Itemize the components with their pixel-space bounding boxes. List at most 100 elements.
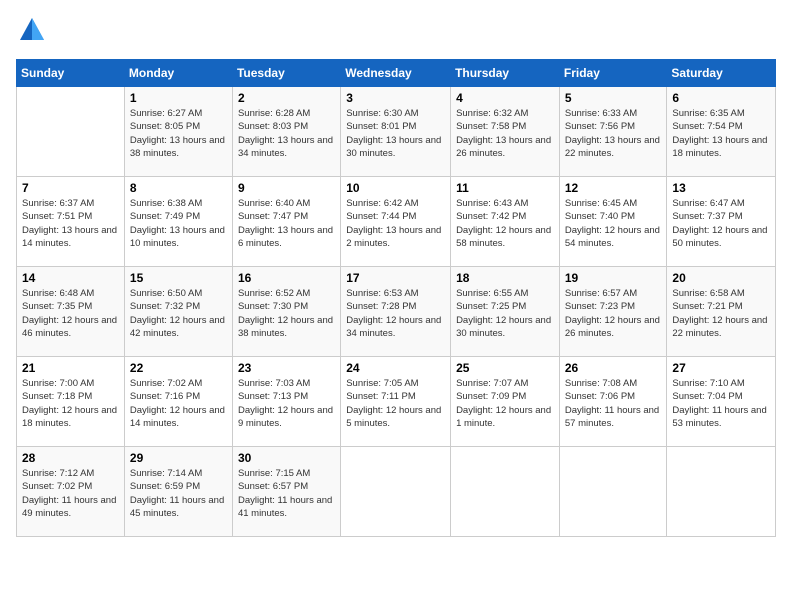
header-cell-thursday: Thursday [451, 60, 560, 87]
day-cell: 8 Sunrise: 6:38 AMSunset: 7:49 PMDaylight… [124, 177, 232, 267]
day-number: 29 [130, 451, 227, 465]
day-cell: 23 Sunrise: 7:03 AMSunset: 7:13 PMDayligh… [232, 357, 340, 447]
day-info: Sunrise: 6:38 AMSunset: 7:49 PMDaylight:… [130, 197, 227, 250]
day-info: Sunrise: 6:43 AMSunset: 7:42 PMDaylight:… [456, 197, 554, 250]
day-cell [667, 447, 776, 537]
header-cell-monday: Monday [124, 60, 232, 87]
day-cell: 4 Sunrise: 6:32 AMSunset: 7:58 PMDaylight… [451, 87, 560, 177]
logo-icon [18, 16, 46, 44]
header-cell-saturday: Saturday [667, 60, 776, 87]
day-cell: 13 Sunrise: 6:47 AMSunset: 7:37 PMDayligh… [667, 177, 776, 267]
header-cell-friday: Friday [559, 60, 667, 87]
day-cell: 16 Sunrise: 6:52 AMSunset: 7:30 PMDayligh… [232, 267, 340, 357]
day-number: 24 [346, 361, 445, 375]
day-number: 9 [238, 181, 335, 195]
page-header [16, 16, 776, 49]
day-number: 8 [130, 181, 227, 195]
week-row: 14 Sunrise: 6:48 AMSunset: 7:35 PMDayligh… [17, 267, 776, 357]
calendar-header-row: SundayMondayTuesdayWednesdayThursdayFrid… [17, 60, 776, 87]
day-cell: 21 Sunrise: 7:00 AMSunset: 7:18 PMDayligh… [17, 357, 125, 447]
day-info: Sunrise: 6:42 AMSunset: 7:44 PMDaylight:… [346, 197, 445, 250]
logo [16, 16, 46, 49]
day-info: Sunrise: 7:03 AMSunset: 7:13 PMDaylight:… [238, 377, 335, 430]
day-cell: 22Sunrise: 7:02 AMSunset: 7:16 PMDayligh… [124, 357, 232, 447]
day-info: Sunrise: 7:08 AMSunset: 7:06 PMDaylight:… [565, 377, 662, 430]
day-cell: 11 Sunrise: 6:43 AMSunset: 7:42 PMDayligh… [451, 177, 560, 267]
day-cell: 19Sunrise: 6:57 AMSunset: 7:23 PMDayligh… [559, 267, 667, 357]
header-cell-sunday: Sunday [17, 60, 125, 87]
day-cell: 3Sunrise: 6:30 AMSunset: 8:01 PMDaylight… [341, 87, 451, 177]
day-cell: 5Sunrise: 6:33 AMSunset: 7:56 PMDaylight… [559, 87, 667, 177]
day-cell [341, 447, 451, 537]
day-cell: 25 Sunrise: 7:07 AMSunset: 7:09 PMDayligh… [451, 357, 560, 447]
day-number: 30 [238, 451, 335, 465]
week-row: 7 Sunrise: 6:37 AMSunset: 7:51 PMDaylight… [17, 177, 776, 267]
day-number: 18 [456, 271, 554, 285]
day-number: 7 [22, 181, 119, 195]
week-row: 1 Sunrise: 6:27 AMSunset: 8:05 PMDaylight… [17, 87, 776, 177]
day-number: 17 [346, 271, 445, 285]
day-cell: 24 Sunrise: 7:05 AMSunset: 7:11 PMDayligh… [341, 357, 451, 447]
day-number: 26 [565, 361, 662, 375]
day-number: 21 [22, 361, 119, 375]
day-info: Sunrise: 6:53 AMSunset: 7:28 PMDaylight:… [346, 287, 445, 340]
day-info: Sunrise: 6:47 AMSunset: 7:37 PMDaylight:… [672, 197, 770, 250]
day-info: Sunrise: 7:12 AMSunset: 7:02 PMDaylight:… [22, 467, 119, 520]
day-number: 1 [130, 91, 227, 105]
day-number: 2 [238, 91, 335, 105]
day-number: 14 [22, 271, 119, 285]
day-cell [559, 447, 667, 537]
day-info: Sunrise: 7:07 AMSunset: 7:09 PMDaylight:… [456, 377, 554, 430]
day-number: 11 [456, 181, 554, 195]
day-info: Sunrise: 6:50 AMSunset: 7:32 PMDaylight:… [130, 287, 227, 340]
day-info: Sunrise: 6:58 AMSunset: 7:21 PMDaylight:… [672, 287, 770, 340]
day-number: 25 [456, 361, 554, 375]
day-info: Sunrise: 7:00 AMSunset: 7:18 PMDaylight:… [22, 377, 119, 430]
header-cell-wednesday: Wednesday [341, 60, 451, 87]
day-cell: 14 Sunrise: 6:48 AMSunset: 7:35 PMDayligh… [17, 267, 125, 357]
day-number: 16 [238, 271, 335, 285]
day-info: Sunrise: 6:48 AMSunset: 7:35 PMDaylight:… [22, 287, 119, 340]
week-row: 21 Sunrise: 7:00 AMSunset: 7:18 PMDayligh… [17, 357, 776, 447]
day-info: Sunrise: 6:52 AMSunset: 7:30 PMDaylight:… [238, 287, 335, 340]
week-row: 28Sunrise: 7:12 AMSunset: 7:02 PMDayligh… [17, 447, 776, 537]
day-number: 4 [456, 91, 554, 105]
day-cell: 2 Sunrise: 6:28 AMSunset: 8:03 PMDaylight… [232, 87, 340, 177]
day-cell [17, 87, 125, 177]
day-info: Sunrise: 6:40 AMSunset: 7:47 PMDaylight:… [238, 197, 335, 250]
day-cell [451, 447, 560, 537]
day-info: Sunrise: 6:35 AMSunset: 7:54 PMDaylight:… [672, 107, 770, 160]
header-cell-tuesday: Tuesday [232, 60, 340, 87]
day-info: Sunrise: 7:15 AMSunset: 6:57 PMDaylight:… [238, 467, 335, 520]
day-info: Sunrise: 6:37 AMSunset: 7:51 PMDaylight:… [22, 197, 119, 250]
day-cell: 30 Sunrise: 7:15 AMSunset: 6:57 PMDayligh… [232, 447, 340, 537]
day-cell: 29 Sunrise: 7:14 AMSunset: 6:59 PMDayligh… [124, 447, 232, 537]
day-info: Sunrise: 7:14 AMSunset: 6:59 PMDaylight:… [130, 467, 227, 520]
day-cell: 15 Sunrise: 6:50 AMSunset: 7:32 PMDayligh… [124, 267, 232, 357]
day-cell: 27 Sunrise: 7:10 AMSunset: 7:04 PMDayligh… [667, 357, 776, 447]
day-cell: 20 Sunrise: 6:58 AMSunset: 7:21 PMDayligh… [667, 267, 776, 357]
day-info: Sunrise: 6:33 AMSunset: 7:56 PMDaylight:… [565, 107, 662, 160]
day-info: Sunrise: 6:32 AMSunset: 7:58 PMDaylight:… [456, 107, 554, 160]
day-number: 12 [565, 181, 662, 195]
day-cell: 9 Sunrise: 6:40 AMSunset: 7:47 PMDaylight… [232, 177, 340, 267]
day-info: Sunrise: 7:02 AMSunset: 7:16 PMDaylight:… [130, 377, 227, 430]
day-info: Sunrise: 6:55 AMSunset: 7:25 PMDaylight:… [456, 287, 554, 340]
day-info: Sunrise: 7:10 AMSunset: 7:04 PMDaylight:… [672, 377, 770, 430]
day-cell: 7 Sunrise: 6:37 AMSunset: 7:51 PMDaylight… [17, 177, 125, 267]
day-number: 15 [130, 271, 227, 285]
day-info: Sunrise: 6:28 AMSunset: 8:03 PMDaylight:… [238, 107, 335, 160]
day-info: Sunrise: 6:27 AMSunset: 8:05 PMDaylight:… [130, 107, 227, 160]
day-info: Sunrise: 6:30 AMSunset: 8:01 PMDaylight:… [346, 107, 445, 160]
day-number: 27 [672, 361, 770, 375]
day-number: 13 [672, 181, 770, 195]
day-number: 6 [672, 91, 770, 105]
day-info: Sunrise: 7:05 AMSunset: 7:11 PMDaylight:… [346, 377, 445, 430]
day-cell: 1 Sunrise: 6:27 AMSunset: 8:05 PMDaylight… [124, 87, 232, 177]
day-cell: 12Sunrise: 6:45 AMSunset: 7:40 PMDayligh… [559, 177, 667, 267]
day-cell: 6 Sunrise: 6:35 AMSunset: 7:54 PMDaylight… [667, 87, 776, 177]
day-number: 23 [238, 361, 335, 375]
day-cell: 18 Sunrise: 6:55 AMSunset: 7:25 PMDayligh… [451, 267, 560, 357]
day-cell: 28Sunrise: 7:12 AMSunset: 7:02 PMDayligh… [17, 447, 125, 537]
day-number: 20 [672, 271, 770, 285]
